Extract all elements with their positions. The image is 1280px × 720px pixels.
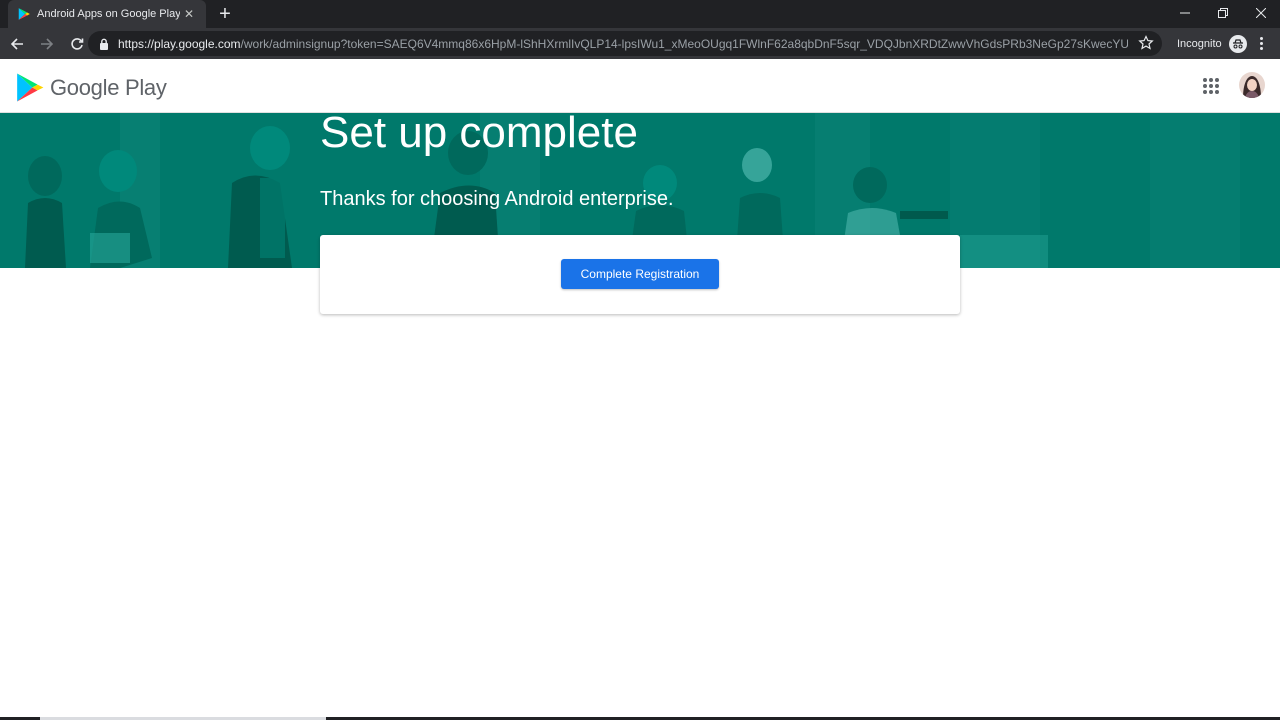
registration-card: Complete Registration: [320, 235, 960, 314]
back-arrow-icon[interactable]: [4, 31, 30, 57]
url-path: /work/adminsignup?token=SAEQ6V4mmq86x6Hp…: [240, 36, 1128, 51]
google-play-logo-icon: [17, 73, 44, 102]
browser-titlebar: Android Apps on Google Play ✕ +: [0, 0, 1280, 28]
reload-icon[interactable]: [64, 31, 90, 57]
window-controls: [1166, 0, 1280, 28]
page-subtitle: Thanks for choosing Android enterprise.: [320, 188, 674, 210]
site-header: Google Play: [0, 59, 1280, 113]
google-play-favicon-icon: [18, 8, 30, 20]
lock-icon[interactable]: [98, 37, 110, 51]
close-window-icon[interactable]: [1242, 0, 1280, 26]
new-tab-icon[interactable]: +: [213, 3, 237, 25]
brand-wordmark: Google Play: [50, 74, 167, 100]
bookmark-star-icon[interactable]: [1138, 35, 1154, 51]
restore-icon[interactable]: [1204, 0, 1242, 26]
forward-arrow-icon[interactable]: [34, 31, 60, 57]
url-text[interactable]: https://play.google.com/work/adminsignup…: [118, 37, 1128, 51]
address-bar[interactable]: https://play.google.com/work/adminsignup…: [88, 31, 1162, 56]
incognito-icon: [1228, 34, 1247, 53]
browser-toolbar: https://play.google.com/work/adminsignup…: [0, 28, 1280, 59]
url-host: https://play.google.com: [118, 36, 241, 51]
complete-registration-button[interactable]: Complete Registration: [561, 259, 719, 289]
tab-title: Android Apps on Google Play: [37, 8, 180, 20]
minimize-icon[interactable]: [1166, 0, 1204, 26]
google-play-logo[interactable]: Google Play: [16, 72, 167, 103]
browser-tab[interactable]: Android Apps on Google Play ✕: [8, 0, 206, 28]
incognito-label: Incognito: [1177, 37, 1222, 50]
page-title: Set up complete: [320, 108, 638, 157]
google-apps-icon[interactable]: [1203, 78, 1219, 94]
account-avatar[interactable]: [1239, 72, 1265, 98]
incognito-indicator[interactable]: Incognito: [1177, 28, 1247, 59]
close-tab-icon[interactable]: ✕: [180, 5, 198, 23]
browser-menu-icon[interactable]: [1252, 34, 1270, 52]
